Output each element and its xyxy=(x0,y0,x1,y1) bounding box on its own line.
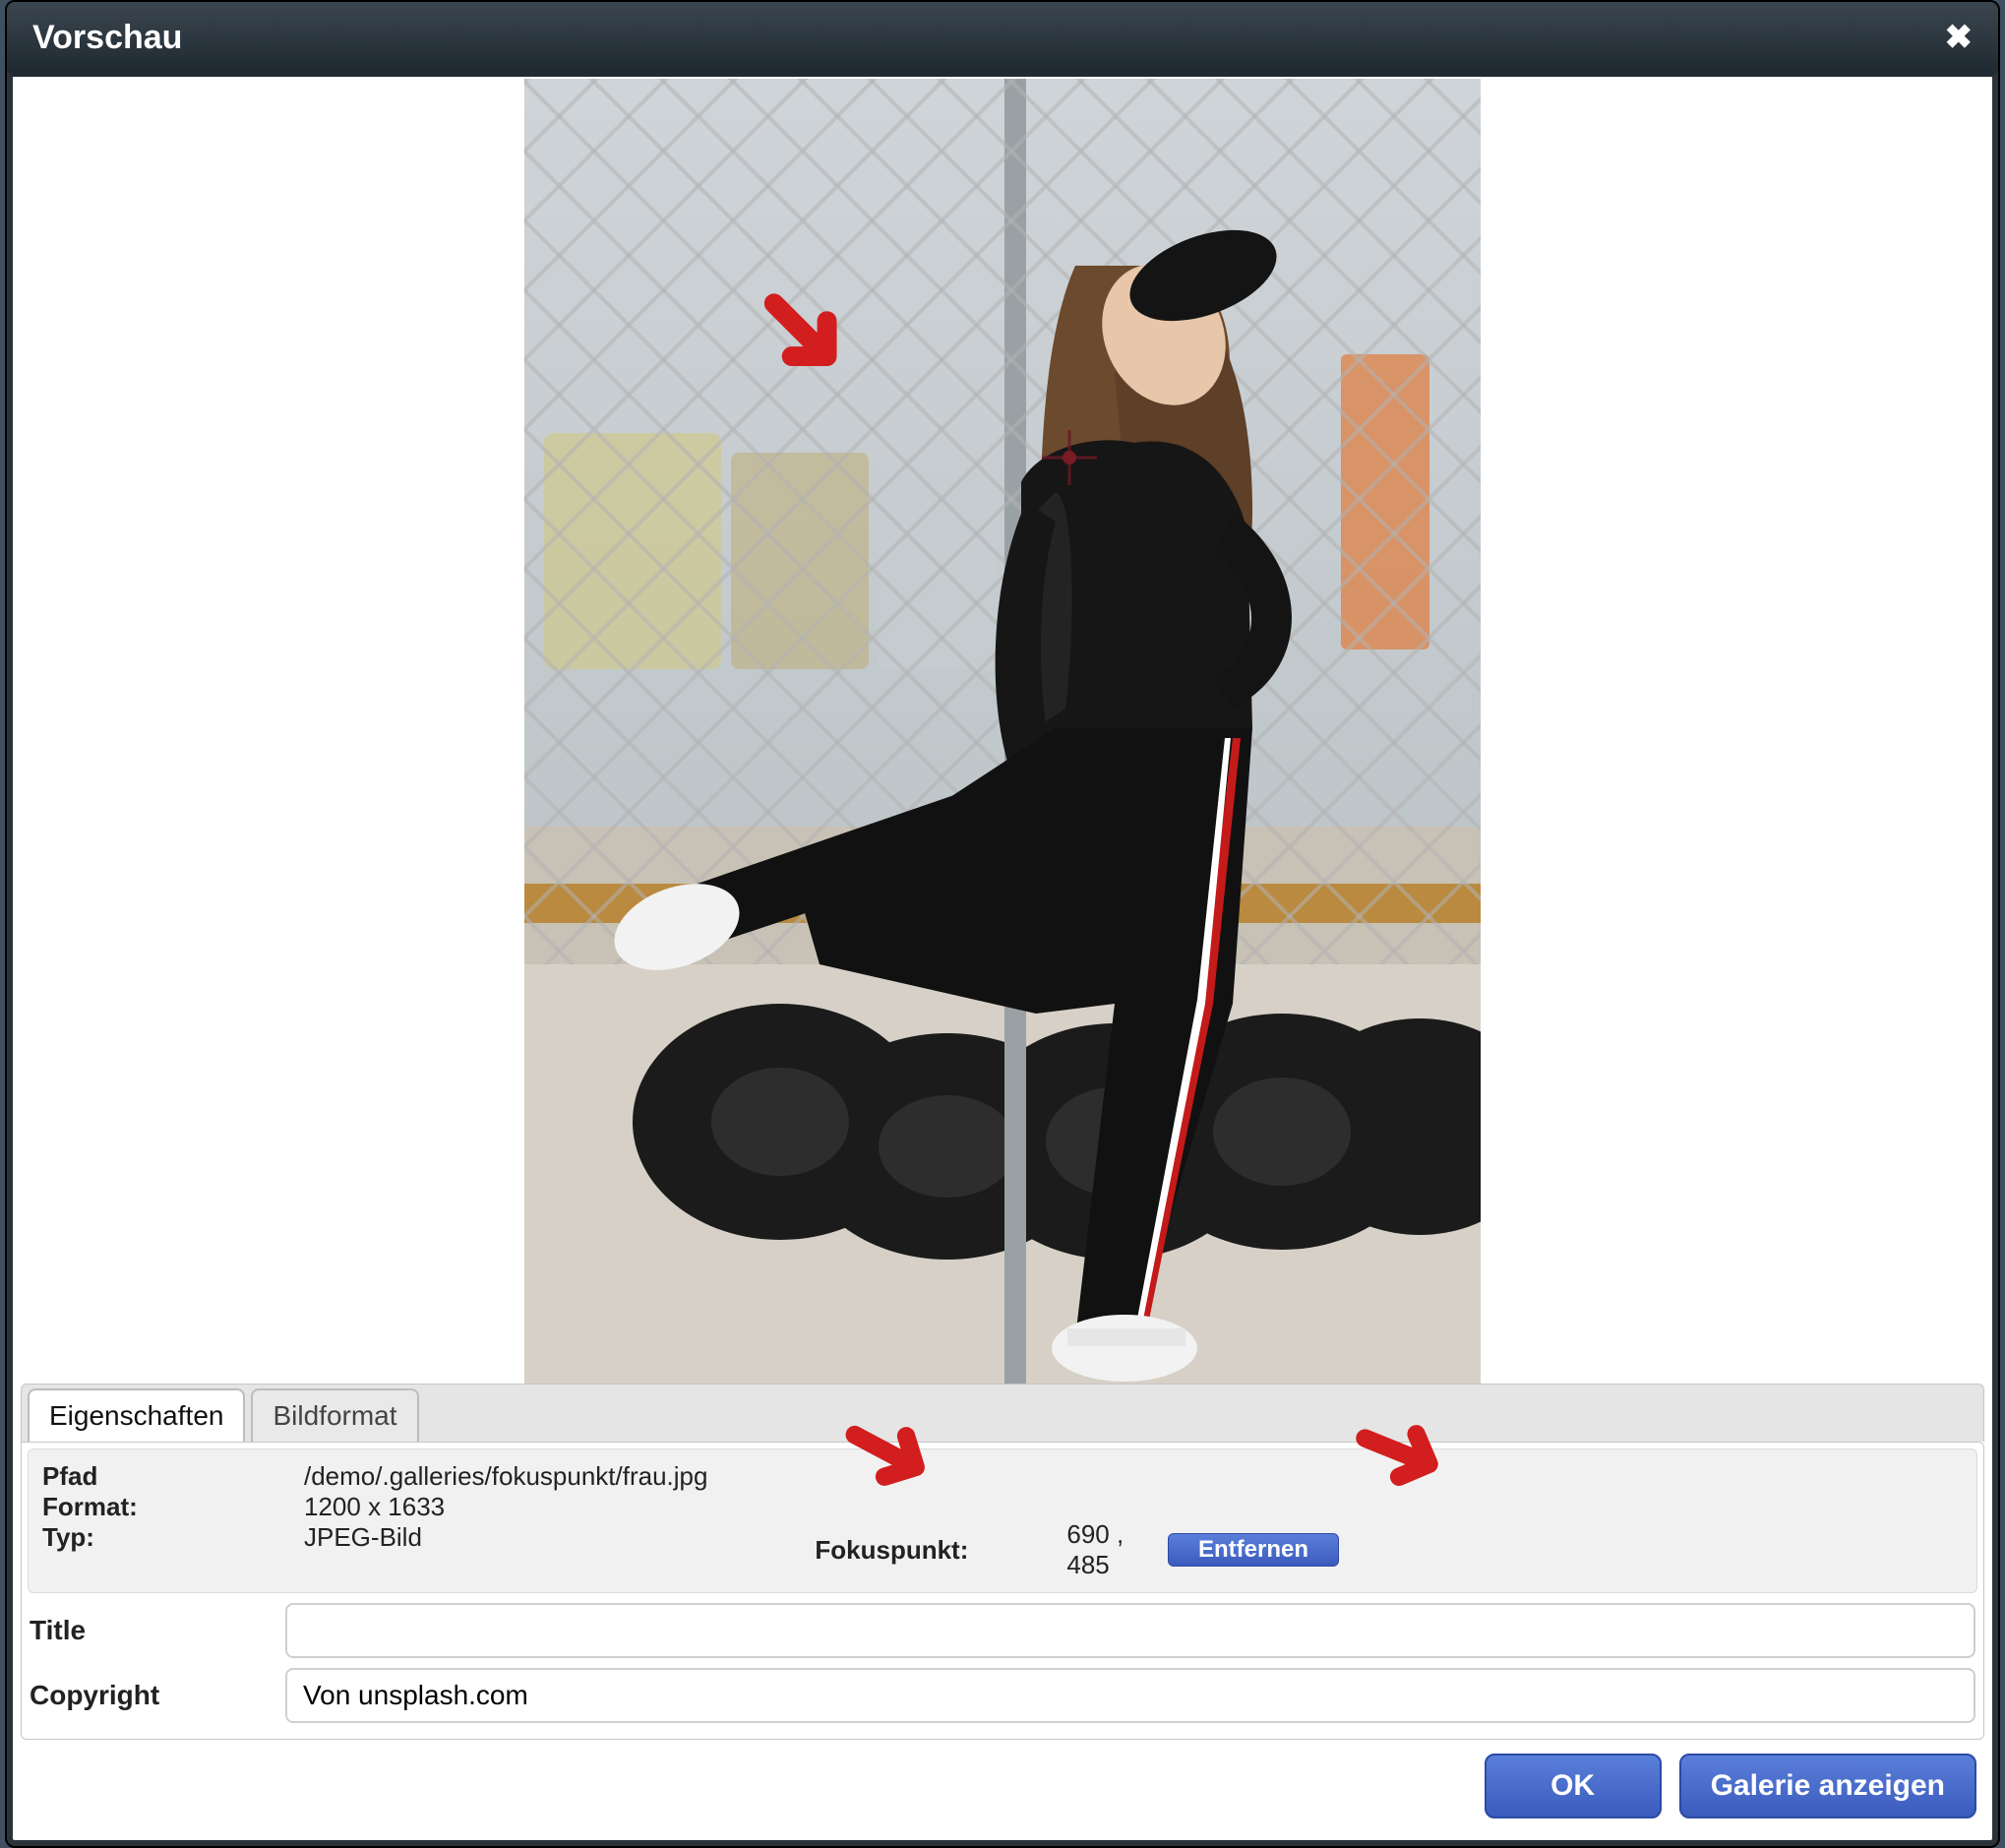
lower-panel: Eigenschaften Bildformat Pfad /demo/.gal… xyxy=(13,1384,1992,1840)
tab-image-format[interactable]: Bildformat xyxy=(251,1388,418,1442)
title-label: Title xyxy=(30,1615,285,1646)
preview-image[interactable] xyxy=(524,79,1481,1384)
focuspoint-label: Fokuspunkt: xyxy=(815,1535,968,1566)
dialog-body: ➜ Eigenschaften Bildformat Pfad /demo/.g… xyxy=(7,71,1998,1846)
close-icon[interactable]: ✖ xyxy=(1945,18,1974,57)
ok-button[interactable]: OK xyxy=(1485,1754,1662,1818)
title-input[interactable] xyxy=(285,1603,1975,1658)
copyright-label: Copyright xyxy=(30,1680,285,1711)
dialog-title: Vorschau xyxy=(32,19,182,57)
properties-panel: Pfad /demo/.galleries/fokuspunkt/frau.jp… xyxy=(21,1442,1984,1740)
file-info-box: Pfad /demo/.galleries/fokuspunkt/frau.jp… xyxy=(28,1448,1977,1593)
remove-focuspoint-button[interactable]: Entfernen xyxy=(1168,1533,1339,1567)
focuspoint-value: 690 , 485 xyxy=(1066,1519,1168,1580)
format-value: 1200 x 1633 xyxy=(304,1492,1555,1522)
show-gallery-button[interactable]: Galerie anzeigen xyxy=(1679,1754,1976,1818)
preview-dialog: Vorschau ✖ xyxy=(5,0,2000,1848)
copyright-row: Copyright xyxy=(30,1668,1975,1723)
path-label: Pfad xyxy=(42,1461,298,1492)
image-preview-area: ➜ xyxy=(13,77,1992,1384)
dialog-titlebar[interactable]: Vorschau ✖ xyxy=(7,2,1998,71)
format-label: Format: xyxy=(42,1492,298,1522)
title-row: Title xyxy=(30,1603,1975,1658)
copyright-input[interactable] xyxy=(285,1668,1975,1723)
tabs-bar: Eigenschaften Bildformat xyxy=(21,1384,1984,1442)
tab-properties[interactable]: Eigenschaften xyxy=(28,1388,245,1442)
path-value: /demo/.galleries/fokuspunkt/frau.jpg xyxy=(304,1461,1555,1492)
dialog-button-row: OK Galerie anzeigen xyxy=(21,1740,1984,1828)
